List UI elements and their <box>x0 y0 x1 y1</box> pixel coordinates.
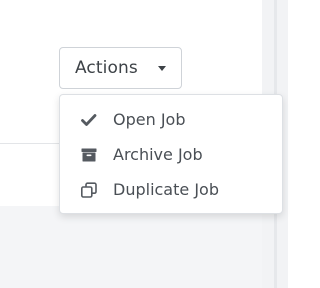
menu-item-open-job[interactable]: Open Job <box>61 103 281 137</box>
menu-item-archive-job[interactable]: Archive Job <box>61 138 281 172</box>
menu-item-label: Duplicate Job <box>113 180 219 199</box>
actions-button-label: Actions <box>75 58 138 78</box>
actions-dropdown-menu: Open Job Archive Job Duplicate Job <box>59 94 283 214</box>
actions-dropdown-button[interactable]: Actions <box>59 47 182 89</box>
check-icon <box>80 112 98 128</box>
duplicate-icon <box>80 182 98 198</box>
content-footer-band <box>0 206 262 288</box>
menu-item-duplicate-job[interactable]: Duplicate Job <box>61 173 281 207</box>
menu-item-label: Archive Job <box>113 145 203 164</box>
caret-down-icon <box>158 66 166 71</box>
archive-icon <box>80 147 98 163</box>
menu-item-label: Open Job <box>113 110 186 129</box>
